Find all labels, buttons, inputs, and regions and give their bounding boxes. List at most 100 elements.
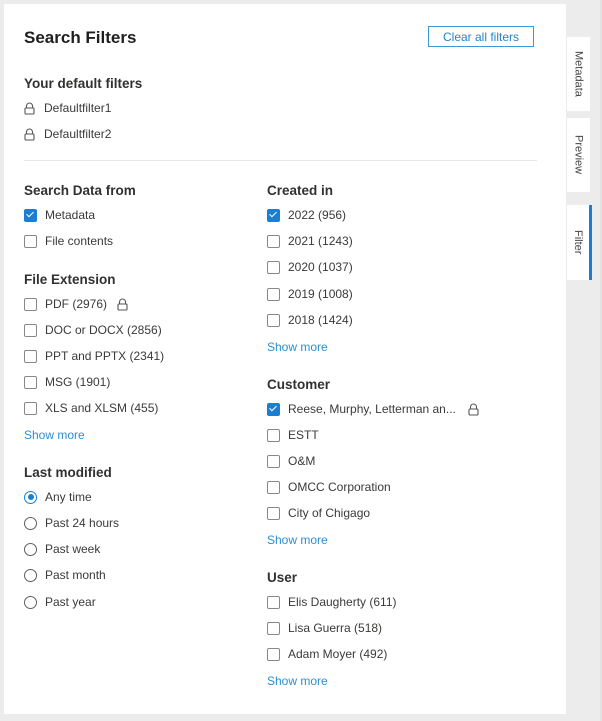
checkbox[interactable] bbox=[267, 287, 280, 301]
checkbox[interactable] bbox=[267, 454, 280, 468]
checkbox-2022[interactable]: 2022 (956) bbox=[267, 207, 346, 223]
checkbox-label: Lisa Guerra (518) bbox=[288, 621, 383, 635]
lock-icon bbox=[24, 102, 35, 115]
search-filters-panel: Search Filters Clear all filters Your de… bbox=[4, 4, 566, 714]
lock-icon bbox=[117, 298, 128, 311]
checkbox-checked[interactable] bbox=[24, 208, 37, 222]
radio-any-time[interactable]: Any time bbox=[24, 489, 92, 505]
checkbox-2019[interactable]: 2019 (1008) bbox=[267, 286, 353, 302]
user-title: User bbox=[267, 570, 298, 585]
clear-all-filters-button[interactable]: Clear all filters bbox=[428, 26, 534, 47]
checkbox[interactable] bbox=[24, 375, 37, 389]
checkbox-label: 2018 (1424) bbox=[288, 313, 353, 327]
checkbox-label: 2019 (1008) bbox=[288, 287, 353, 301]
radio-label: Past week bbox=[45, 542, 101, 556]
checkbox-label: O&M bbox=[288, 454, 316, 468]
checkbox[interactable] bbox=[267, 260, 280, 274]
default-filter-label: Defaultfilter1 bbox=[44, 101, 112, 115]
checkbox-doc[interactable]: DOC or DOCX (2856) bbox=[24, 322, 162, 338]
tab-preview[interactable]: Preview bbox=[567, 118, 590, 192]
radio-label: Past year bbox=[45, 595, 96, 609]
tab-label: Metadata bbox=[572, 51, 585, 97]
radio-label: Past 24 hours bbox=[45, 516, 120, 530]
checkbox-2018[interactable]: 2018 (1424) bbox=[267, 312, 353, 328]
checkbox[interactable] bbox=[267, 428, 280, 442]
radio-past-month[interactable]: Past month bbox=[24, 567, 106, 583]
checkbox-label: City of Chigago bbox=[288, 506, 371, 520]
checkbox-user-lisa[interactable]: Lisa Guerra (518) bbox=[267, 620, 382, 636]
radio-past-24-hours[interactable]: Past 24 hours bbox=[24, 515, 119, 531]
file-extension-title: File Extension bbox=[24, 272, 116, 287]
checkbox-label: OMCC Corporation bbox=[288, 480, 391, 494]
checkbox-ppt[interactable]: PPT and PPTX (2341) bbox=[24, 348, 164, 364]
divider bbox=[24, 160, 537, 161]
checkbox[interactable] bbox=[24, 323, 37, 337]
checkbox-label: Adam Moyer (492) bbox=[288, 647, 388, 661]
checkbox-label: 2021 (1243) bbox=[288, 234, 353, 248]
checkbox-label: 2020 (1037) bbox=[288, 260, 353, 274]
checkbox-pdf[interactable]: PDF (2976) bbox=[24, 296, 128, 312]
search-data-from-title: Search Data from bbox=[24, 183, 136, 198]
checkbox-label: File contents bbox=[45, 234, 114, 248]
checkbox-user-elis[interactable]: Elis Daugherty (611) bbox=[267, 594, 397, 610]
radio-label: Past month bbox=[45, 568, 106, 582]
checkbox-customer-om[interactable]: O&M bbox=[267, 453, 315, 469]
lock-icon bbox=[24, 128, 35, 141]
checkbox-customer-city[interactable]: City of Chigago bbox=[267, 505, 370, 521]
checkbox[interactable] bbox=[24, 297, 37, 311]
checkbox-customer-omcc[interactable]: OMCC Corporation bbox=[267, 479, 391, 495]
tab-metadata[interactable]: Metadata bbox=[567, 37, 590, 111]
checkbox-label: MSG (1901) bbox=[45, 375, 111, 389]
checkbox-checked[interactable] bbox=[267, 402, 280, 416]
file-extension-show-more-link[interactable]: Show more bbox=[24, 428, 85, 442]
checkbox[interactable] bbox=[24, 401, 37, 415]
tab-label: Preview bbox=[572, 135, 585, 175]
radio-past-year[interactable]: Past year bbox=[24, 594, 96, 610]
checkbox[interactable] bbox=[267, 480, 280, 494]
side-tab-bar: Metadata Preview Filter bbox=[566, 0, 602, 721]
checkbox-user-adam[interactable]: Adam Moyer (492) bbox=[267, 646, 387, 662]
checkbox[interactable] bbox=[267, 313, 280, 327]
customer-title: Customer bbox=[267, 377, 331, 392]
checkbox[interactable] bbox=[267, 506, 280, 520]
tab-label: Filter bbox=[572, 230, 584, 255]
lock-icon bbox=[468, 403, 479, 416]
checkbox[interactable] bbox=[267, 595, 280, 609]
default-filter-label: Defaultfilter2 bbox=[44, 127, 112, 141]
checkbox-metadata[interactable]: Metadata bbox=[24, 207, 95, 223]
checkbox[interactable] bbox=[267, 647, 280, 661]
default-filters-title: Your default filters bbox=[24, 76, 143, 91]
checkbox[interactable] bbox=[24, 234, 37, 248]
user-show-more-link[interactable]: Show more bbox=[267, 674, 328, 688]
radio[interactable] bbox=[24, 595, 37, 609]
checkbox[interactable] bbox=[267, 621, 280, 635]
last-modified-title: Last modified bbox=[24, 465, 112, 480]
checkbox-msg[interactable]: MSG (1901) bbox=[24, 374, 110, 390]
radio-selected[interactable] bbox=[24, 490, 37, 504]
radio[interactable] bbox=[24, 568, 37, 582]
checkbox-label: Reese, Murphy, Letterman an... bbox=[288, 402, 456, 416]
default-filter-item: Defaultfilter2 bbox=[24, 126, 111, 142]
checkbox[interactable] bbox=[24, 349, 37, 363]
checkbox-label: ESTT bbox=[288, 428, 319, 442]
checkbox-2020[interactable]: 2020 (1037) bbox=[267, 259, 353, 275]
checkbox-customer-reese[interactable]: Reese, Murphy, Letterman an... bbox=[267, 401, 479, 417]
checkbox-label: Elis Daugherty (611) bbox=[288, 595, 397, 609]
radio-label: Any time bbox=[45, 490, 92, 504]
radio[interactable] bbox=[24, 516, 37, 530]
customer-show-more-link[interactable]: Show more bbox=[267, 533, 328, 547]
checkbox-label: PPT and PPTX (2341) bbox=[45, 349, 165, 363]
checkbox-label: DOC or DOCX (2856) bbox=[45, 323, 162, 337]
tab-filter[interactable]: Filter bbox=[567, 205, 592, 280]
checkbox-label: 2022 (956) bbox=[288, 208, 347, 222]
checkbox-xls[interactable]: XLS and XLSM (455) bbox=[24, 400, 158, 416]
radio-past-week[interactable]: Past week bbox=[24, 541, 100, 557]
checkbox[interactable] bbox=[267, 234, 280, 248]
radio[interactable] bbox=[24, 542, 37, 556]
default-filter-item: Defaultfilter1 bbox=[24, 100, 111, 116]
checkbox-2021[interactable]: 2021 (1243) bbox=[267, 233, 353, 249]
checkbox-customer-estt[interactable]: ESTT bbox=[267, 427, 319, 443]
checkbox-checked[interactable] bbox=[267, 208, 280, 222]
checkbox-file-contents[interactable]: File contents bbox=[24, 233, 113, 249]
created-in-show-more-link[interactable]: Show more bbox=[267, 340, 328, 354]
